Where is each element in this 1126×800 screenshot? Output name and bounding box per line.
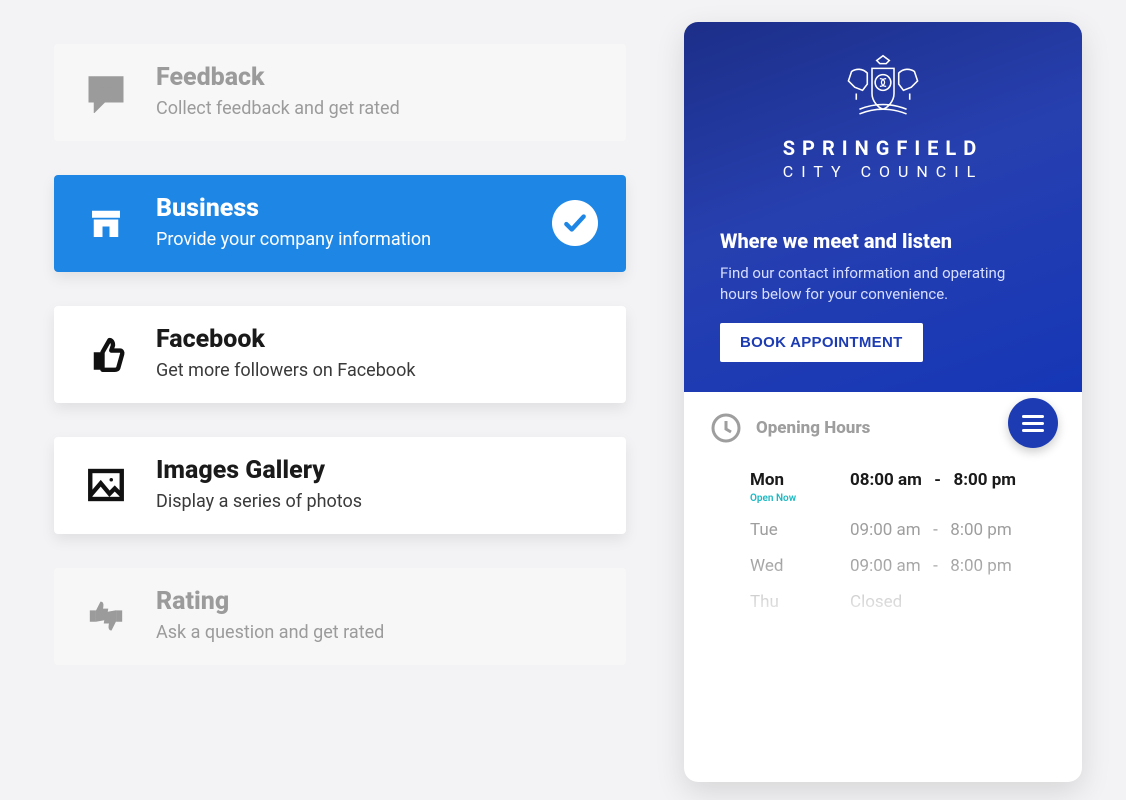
hours-closed: Closed	[850, 592, 902, 612]
hours-day: Thu	[750, 592, 850, 612]
hours-row: Thu Closed	[750, 592, 1056, 612]
option-facebook[interactable]: Facebook Get more followers on Facebook	[54, 306, 626, 403]
hours-close: 2:00 pm	[950, 628, 1011, 648]
option-subtitle: Collect feedback and get rated	[156, 98, 598, 120]
option-subtitle: Ask a question and get rated	[156, 622, 598, 644]
option-subtitle: Display a series of photos	[156, 491, 598, 513]
check-icon	[552, 200, 598, 246]
preview-description: Find our contact information and operati…	[720, 263, 1046, 305]
option-title: Facebook	[156, 326, 598, 354]
image-icon	[82, 461, 130, 509]
hours-open: 08:00 am	[850, 628, 921, 648]
option-images[interactable]: Images Gallery Display a series of photo…	[54, 437, 626, 534]
option-business[interactable]: Business Provide your company informatio…	[54, 175, 626, 272]
hours-day: Fri	[750, 628, 850, 648]
option-title: Feedback	[156, 64, 598, 92]
org-name-line2: CITY COUNCIL	[783, 162, 983, 181]
hamburger-icon	[1022, 415, 1044, 432]
book-appointment-button[interactable]: BOOK APPOINTMENT	[720, 323, 923, 362]
hours-day: Wed	[750, 556, 850, 576]
hours-day: Mon	[750, 470, 850, 490]
hours-list: Mon Open Now 08:00 am - 8:00 pm Tue 09:0…	[710, 470, 1056, 648]
option-list: Feedback Collect feedback and get rated …	[54, 44, 626, 699]
hours-open: 09:00 am	[850, 520, 921, 540]
option-title: Rating	[156, 588, 598, 616]
hours-open: 08:00 am	[850, 470, 922, 490]
menu-fab-button[interactable]	[1008, 398, 1058, 448]
vote-icon	[82, 592, 130, 640]
clock-icon	[710, 412, 742, 444]
star-chat-icon	[82, 68, 130, 116]
hours-open: 09:00 am	[850, 556, 921, 576]
thumbs-up-icon	[82, 330, 130, 378]
option-feedback[interactable]: Feedback Collect feedback and get rated	[54, 44, 626, 141]
option-title: Images Gallery	[156, 457, 598, 485]
option-title: Business	[156, 195, 526, 223]
hours-row: Mon Open Now 08:00 am - 8:00 pm	[750, 470, 1056, 504]
preview-body: Opening Hours Mon Open Now 08:00 am - 8:…	[684, 392, 1082, 648]
option-subtitle: Get more followers on Facebook	[156, 360, 598, 382]
preview-header: SPRINGFIELD CITY COUNCIL Where we meet a…	[684, 22, 1082, 392]
hours-row: Tue 09:00 am - 8:00 pm	[750, 520, 1056, 540]
org-crest: SPRINGFIELD CITY COUNCIL	[720, 50, 1046, 181]
hours-row: Wed 09:00 am - 8:00 pm	[750, 556, 1056, 576]
option-subtitle: Provide your company information	[156, 229, 526, 251]
hours-close: 8:00 pm	[953, 470, 1016, 490]
org-name-line1: SPRINGFIELD	[783, 136, 984, 160]
hours-row: Fri 08:00 am - 2:00 pm	[750, 628, 1056, 648]
storefront-icon	[82, 199, 130, 247]
opening-hours-title: Opening Hours	[756, 418, 870, 438]
hours-close: 8:00 pm	[950, 520, 1011, 540]
hours-close: 8:00 pm	[950, 556, 1011, 576]
preview-heading: Where we meet and listen	[720, 229, 1046, 253]
open-now-badge: Open Now	[750, 493, 850, 504]
option-rating[interactable]: Rating Ask a question and get rated	[54, 568, 626, 665]
preview-phone: SPRINGFIELD CITY COUNCIL Where we meet a…	[684, 22, 1082, 782]
hours-day: Tue	[750, 520, 850, 540]
